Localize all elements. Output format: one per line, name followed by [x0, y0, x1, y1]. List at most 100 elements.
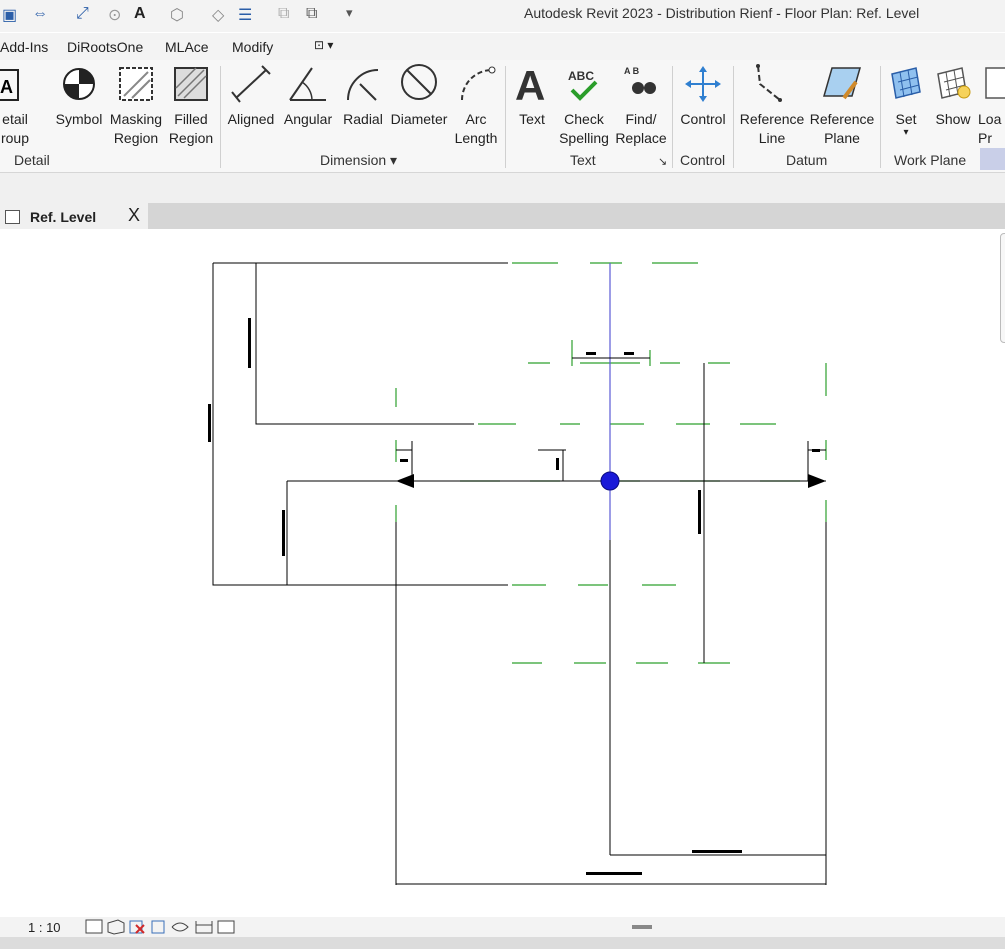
reference-plane-icon [823, 67, 861, 100]
panel-separator [880, 66, 881, 168]
find-replace-button[interactable]: A B Find/ Replace [614, 60, 668, 148]
chevron-down-icon: ▾ [903, 127, 909, 138]
floor-plan-drawing[interactable] [0, 229, 1005, 917]
detail-group-icon: A [0, 69, 19, 101]
control-button[interactable]: Control [676, 60, 730, 129]
svg-text:A: A [0, 77, 13, 97]
panel-separator [505, 66, 506, 168]
view-scale[interactable]: 1 : 10 [28, 920, 61, 935]
arc-length-dimension-button[interactable]: Arc Length [452, 60, 500, 148]
quick-access-toolbar: ▣ ⇔ ⤢ ⊙ A ⬡ ◇ ☰ ⧉ ⧉ ▾ Autodesk Revit 202… [0, 0, 1005, 32]
switch-windows-icon[interactable]: ⧉ [306, 5, 317, 23]
show-crop-region-icon[interactable] [195, 921, 213, 934]
ribbon-display-toggle-icon[interactable]: ⊡ ▾ [314, 38, 333, 52]
detail-panel-label: Detail [14, 152, 50, 168]
set-work-plane-icon [891, 67, 921, 99]
close-icon[interactable]: X [128, 205, 140, 226]
filled-region-button[interactable]: Filled Region [166, 60, 216, 148]
close-hidden-icon[interactable]: ⧉ [278, 5, 289, 23]
check-spelling-icon: ABC [568, 69, 598, 101]
arc-length-icon [461, 66, 496, 101]
reference-line-icon [756, 64, 782, 102]
detail-group-button[interactable]: A etail roup [0, 60, 30, 148]
aligned-dimension-button[interactable]: Aligned [224, 60, 278, 129]
window-title: Autodesk Revit 2023 - Distribution Rienf… [524, 5, 920, 21]
dimension-panel-label[interactable]: Dimension ▾ [320, 152, 397, 169]
document-tab-label: Ref. Level [30, 209, 97, 225]
work-plane-panel-label: Work Plane [894, 152, 967, 168]
origin-point-icon[interactable] [600, 471, 620, 491]
datum-panel-label: Datum [786, 152, 828, 168]
temporary-hide-icon[interactable] [217, 920, 235, 934]
reference-planes [395, 262, 827, 664]
radial-dimension-button[interactable]: Radial [338, 60, 388, 129]
radial-dimension-icon [347, 69, 379, 101]
reference-line-button[interactable]: Reference Line [738, 60, 806, 148]
control-arrows-icon [685, 66, 721, 102]
context-panel-highlight [980, 148, 1005, 170]
floor-plan-view-icon [5, 210, 20, 224]
load-button[interactable]: Loa Pr [978, 60, 1005, 148]
show-work-plane-button[interactable]: Show [930, 60, 976, 129]
detail-level-icon[interactable] [85, 919, 103, 934]
horizontal-scroll-thumb[interactable] [632, 925, 652, 929]
chevron-down-icon: ▾ [390, 152, 398, 168]
load-icon [985, 67, 1005, 99]
navigation-bar-collapsed[interactable] [1000, 233, 1005, 343]
angular-dimension-icon [289, 67, 326, 101]
tab-diroots-one[interactable]: DiRootsOne [67, 39, 143, 55]
status-bar [0, 937, 1005, 949]
measure-icon[interactable]: ⇔ [32, 5, 48, 23]
dimension-lines [212, 262, 827, 885]
revit-app-icon[interactable]: ▣ [2, 5, 17, 25]
document-tab-bar: Ref. Level X [0, 203, 1005, 229]
tab-modify[interactable]: Modify [232, 39, 273, 55]
drawing-canvas[interactable] [0, 229, 1005, 917]
thin-lines-icon[interactable]: ☰ [238, 5, 252, 25]
svg-text:A B: A B [624, 66, 640, 76]
ribbon: A etail roup Symbol Masking Region Fille… [0, 60, 1005, 173]
view-controls [85, 919, 235, 935]
panel-separator [733, 66, 734, 168]
tab-add-ins[interactable]: Add-Ins [0, 39, 48, 55]
filled-region-icon [174, 67, 208, 101]
view-control-bar: 1 : 10 [0, 917, 1005, 937]
masking-region-icon [119, 67, 153, 101]
panel-separator [672, 66, 673, 168]
tiny-dimension-labels [208, 318, 820, 875]
text-panel-launcher-icon[interactable]: ↘ [658, 155, 667, 168]
text-tool-icon: A [515, 62, 545, 109]
diameter-dimension-button[interactable]: Diameter [388, 60, 450, 129]
panel-separator [220, 66, 221, 168]
sun-path-off-icon[interactable] [135, 924, 145, 934]
ribbon-tabs: Add-Ins DiRootsOne MLAce Modify ⊡ ▾ [0, 33, 1005, 60]
dimension-icon[interactable]: ⤢ [76, 5, 89, 23]
section-icon[interactable]: ◇ [212, 5, 224, 25]
angular-dimension-button[interactable]: Angular [282, 60, 334, 129]
aligned-dimension-icon [231, 65, 271, 103]
show-work-plane-icon [937, 67, 971, 99]
set-work-plane-button[interactable]: Set ▾ [884, 60, 928, 138]
shadows-icon[interactable] [151, 920, 165, 934]
find-replace-icon: A B [624, 66, 656, 94]
control-panel-label: Control [680, 152, 726, 168]
svg-text:ABC: ABC [568, 69, 594, 83]
document-tab-ref-level[interactable]: Ref. Level X [0, 203, 148, 229]
options-bar [0, 173, 1005, 203]
diameter-dimension-icon [401, 64, 437, 100]
tag-icon[interactable]: ⊙ [108, 5, 121, 25]
3d-view-icon[interactable]: ⬡ [170, 5, 184, 25]
symbol-icon [63, 68, 95, 100]
check-spelling-button[interactable]: ABC Check Spelling [556, 60, 612, 148]
svg-text:A: A [515, 62, 545, 109]
symbol-button[interactable]: Symbol [52, 60, 106, 129]
reference-plane-button[interactable]: Reference Plane [808, 60, 876, 148]
masking-region-button[interactable]: Masking Region [108, 60, 164, 148]
text-icon[interactable]: A [134, 5, 146, 23]
crop-view-icon[interactable] [171, 922, 189, 932]
visual-style-icon[interactable] [107, 919, 125, 935]
text-button[interactable]: A Text [510, 60, 554, 129]
customize-dropdown-icon[interactable]: ▾ [346, 5, 353, 21]
text-panel-label: Text [570, 152, 596, 168]
tab-mlace[interactable]: MLAce [165, 39, 209, 55]
